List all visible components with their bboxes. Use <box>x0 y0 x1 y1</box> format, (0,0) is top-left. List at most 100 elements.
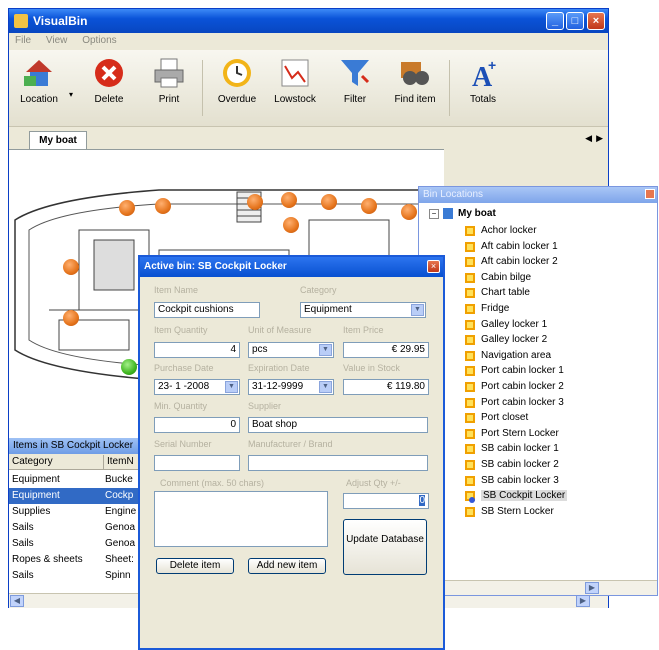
location-button[interactable]: Location <box>9 56 69 105</box>
clock-icon <box>220 56 254 90</box>
tab-scroll-right-icon[interactable]: ▶ <box>596 133 603 144</box>
bin-icon <box>465 428 475 439</box>
lowstock-button[interactable]: Lowstock <box>265 56 325 105</box>
label-comment: Comment (max. 50 chars) <box>160 478 265 488</box>
tree-root[interactable]: − My boat <box>429 207 649 221</box>
scroll-left-icon[interactable]: ◀ <box>10 595 24 607</box>
active-bin-dialog: Active bin: SB Cockpit Locker × Item Nam… <box>138 255 445 650</box>
totals-button[interactable]: A + Totals <box>453 56 513 105</box>
bin-icon <box>465 382 475 392</box>
scroll-right-icon[interactable]: ▶ <box>576 595 590 607</box>
bin-icon <box>465 475 475 486</box>
bin-icon <box>465 506 475 517</box>
tree-item-label: SB Cockpit Locker <box>481 490 568 502</box>
dialog-title: Active bin: SB Cockpit Locker <box>140 257 443 277</box>
min-quantity-field[interactable]: 0 <box>154 417 240 433</box>
scroll-right-icon[interactable]: ▶ <box>585 582 599 594</box>
window-title: VisualBin <box>33 14 88 28</box>
tree-item-label: Port closet <box>481 412 529 424</box>
active-dot-icon <box>469 497 475 504</box>
toolbar: Location ▾ Delete Print Overdue Lowstock… <box>9 50 608 127</box>
purchase-date-picker[interactable]: 23- 1 -2008 ▼ <box>154 379 240 395</box>
bin-marker[interactable] <box>361 198 377 214</box>
bin-icon <box>465 460 475 470</box>
bin-marker[interactable] <box>281 192 297 208</box>
bin-marker[interactable] <box>283 217 299 233</box>
table-row[interactable]: Sails Spinn <box>9 568 142 584</box>
table-row[interactable]: Equipment Bucke <box>9 472 142 488</box>
tab-scroll-left-icon[interactable]: ◀ <box>585 133 592 144</box>
tree-item-label: Port cabin locker 3 <box>481 396 564 408</box>
table-row[interactable]: Supplies Engine <box>9 504 142 520</box>
bin-marker[interactable] <box>155 198 171 214</box>
tab-my-boat[interactable]: My boat <box>29 131 87 150</box>
toolbar-separator <box>449 60 450 116</box>
bin-icon <box>465 366 475 377</box>
panel-close-icon[interactable] <box>645 189 655 199</box>
column-header-category[interactable]: Category <box>9 455 104 470</box>
printer-icon <box>152 56 186 90</box>
menu-view[interactable]: View <box>46 35 68 46</box>
supplier-field[interactable]: Boat shop <box>248 417 428 433</box>
chevron-down-icon: ▼ <box>319 381 332 393</box>
tree-item-label: Aft cabin locker 2 <box>481 256 558 268</box>
find-item-button[interactable]: Find item <box>385 56 445 105</box>
table-row[interactable]: Sails Genoa <box>9 520 142 536</box>
delete-icon <box>92 56 126 90</box>
bin-marker[interactable] <box>401 204 417 220</box>
house-icon <box>22 56 56 90</box>
menu-file[interactable]: File <box>15 35 31 46</box>
bin-icon <box>465 350 475 361</box>
bin-marker[interactable] <box>321 194 337 210</box>
locations-hscroll[interactable]: ▶ <box>419 580 657 595</box>
bin-icon <box>465 257 475 268</box>
serial-number-field[interactable] <box>154 455 240 471</box>
label-item-price: Item Price <box>343 325 384 335</box>
bin-icon <box>465 288 475 299</box>
table-row[interactable]: Ropes & sheets Sheet: <box>9 552 142 568</box>
tree-item-label: Chart table <box>481 287 530 299</box>
disk-icon <box>443 208 453 219</box>
delete-button[interactable]: Delete <box>79 56 139 105</box>
overdue-button[interactable]: Overdue <box>207 56 267 105</box>
maximize-button[interactable]: □ <box>566 12 584 30</box>
chevron-down-icon[interactable]: ▾ <box>69 90 73 99</box>
adjust-qty-field[interactable]: 0 <box>343 493 429 509</box>
menu-options[interactable]: Options <box>82 35 116 46</box>
bin-icon <box>465 319 475 330</box>
bin-icon <box>465 397 475 408</box>
tree-item-label: Port cabin locker 1 <box>481 365 564 377</box>
label-unit: Unit of Measure <box>248 325 312 335</box>
bin-marker[interactable] <box>247 194 263 210</box>
manufacturer-field[interactable] <box>248 455 428 471</box>
add-new-item-button[interactable]: Add new item <box>248 558 326 574</box>
tree-item-label: SB cabin locker 1 <box>481 443 559 455</box>
item-price-field[interactable]: € 29.95 <box>343 342 429 358</box>
dialog-close-button[interactable]: × <box>427 260 440 273</box>
tree-item-label: Galley locker 1 <box>481 318 548 330</box>
comment-textarea[interactable] <box>154 491 328 547</box>
label-item-name: Item Name <box>154 285 199 295</box>
bin-marker[interactable] <box>63 259 79 275</box>
bin-marker[interactable] <box>63 310 79 326</box>
table-row[interactable]: Sails Genoa <box>9 536 142 552</box>
bin-icon <box>465 226 475 236</box>
minimize-button[interactable]: _ <box>546 12 564 30</box>
collapse-icon[interactable]: − <box>429 209 439 219</box>
table-row[interactable]: Equipment Cockp <box>9 488 142 504</box>
items-grid[interactable]: Category ItemN Equipment Bucke Equipment C… <box>9 455 144 595</box>
bin-icon <box>465 335 475 346</box>
close-button[interactable]: × <box>587 12 605 30</box>
bin-marker[interactable] <box>119 200 135 216</box>
active-bin-marker[interactable] <box>121 359 137 375</box>
update-database-button[interactable]: Update Database <box>343 519 427 575</box>
item-name-field[interactable]: Cockpit cushions <box>154 302 260 318</box>
delete-item-button[interactable]: Delete item <box>156 558 234 574</box>
filter-button[interactable]: Filter <box>325 56 385 105</box>
category-select[interactable]: Equipment ▼ <box>300 302 426 318</box>
print-button[interactable]: Print <box>139 56 199 105</box>
unit-select[interactable]: pcs ▼ <box>248 342 334 358</box>
chevron-down-icon: ▼ <box>411 304 424 316</box>
item-quantity-field[interactable]: 4 <box>154 342 240 358</box>
expiration-date-picker[interactable]: 31-12-9999 ▼ <box>248 379 334 395</box>
